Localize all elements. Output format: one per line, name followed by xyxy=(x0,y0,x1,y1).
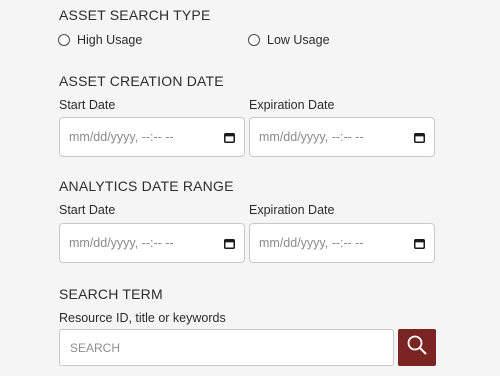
analytics-date-range-title: ANALYTICS DATE RANGE xyxy=(59,178,234,194)
creation-expiration-date-input[interactable]: mm/dd/yyyy, --:-- -- xyxy=(249,117,435,157)
creation-start-date-label: Start Date xyxy=(59,98,116,112)
analytics-expiration-date-placeholder: mm/dd/yyyy, --:-- -- xyxy=(259,236,364,250)
analytics-start-date-label: Start Date xyxy=(59,203,116,217)
analytics-start-date-placeholder: mm/dd/yyyy, --:-- -- xyxy=(69,236,174,250)
creation-expiration-date-label: Expiration Date xyxy=(249,98,335,112)
search-input[interactable]: SEARCH xyxy=(59,329,394,366)
search-term-title: SEARCH TERM xyxy=(59,286,163,302)
calendar-icon[interactable] xyxy=(414,132,425,143)
asset-creation-date-title: ASSET CREATION DATE xyxy=(59,73,224,89)
creation-start-date-placeholder: mm/dd/yyyy, --:-- -- xyxy=(69,130,174,144)
analytics-expiration-date-input[interactable]: mm/dd/yyyy, --:-- -- xyxy=(249,223,435,263)
search-button[interactable] xyxy=(398,329,436,366)
analytics-expiration-date-label: Expiration Date xyxy=(249,203,335,217)
creation-expiration-date-placeholder: mm/dd/yyyy, --:-- -- xyxy=(259,130,364,144)
asset-search-type-title: ASSET SEARCH TYPE xyxy=(59,7,211,23)
search-placeholder: SEARCH xyxy=(70,340,121,355)
calendar-icon[interactable] xyxy=(414,238,425,249)
radio-circle[interactable] xyxy=(248,34,260,46)
creation-start-date-input[interactable]: mm/dd/yyyy, --:-- -- xyxy=(59,117,245,157)
radio-low-usage[interactable]: Low Usage xyxy=(248,33,330,47)
search-icon xyxy=(406,334,428,361)
search-field-label: Resource ID, title or keywords xyxy=(59,311,226,325)
calendar-icon[interactable] xyxy=(224,238,235,249)
radio-circle[interactable] xyxy=(58,34,70,46)
calendar-icon[interactable] xyxy=(224,132,235,143)
asset-search-form: ASSET SEARCH TYPE High Usage Low Usage A… xyxy=(0,0,500,376)
radio-label-high-usage: High Usage xyxy=(77,33,143,47)
radio-high-usage[interactable]: High Usage xyxy=(58,33,142,47)
radio-label-low-usage: Low Usage xyxy=(267,33,330,47)
analytics-start-date-input[interactable]: mm/dd/yyyy, --:-- -- xyxy=(59,223,245,263)
